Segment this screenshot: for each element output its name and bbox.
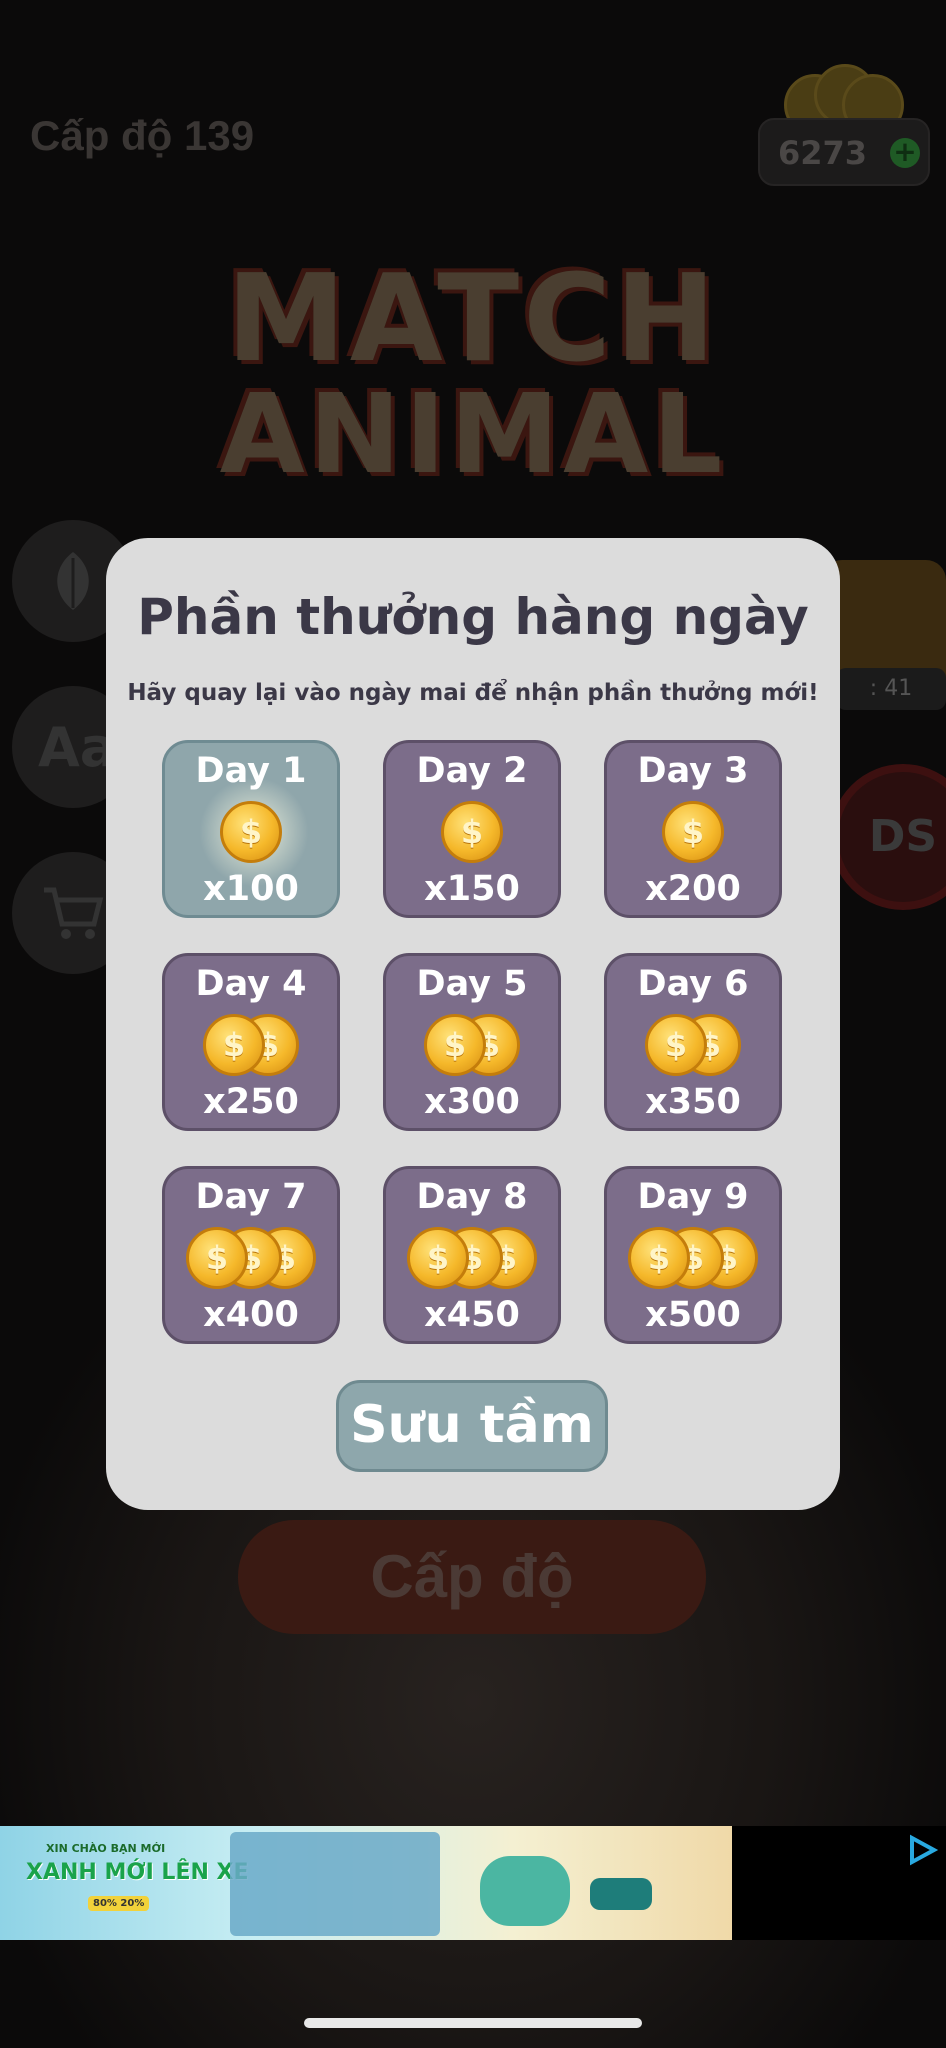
collect-button[interactable]: Sưu tầm <box>336 1380 608 1472</box>
coin-icon: $ <box>662 801 724 863</box>
day-label: Day 4 <box>195 964 307 1004</box>
ad-banner[interactable]: XIN CHÀO BẠN MỚI XANH MỚI LÊN XE 80% 20% <box>0 1826 946 1940</box>
coin-icon: $ <box>203 1014 265 1076</box>
ad-line3: 80% 20% <box>88 1896 150 1911</box>
day-card[interactable]: Day 5 $ $ x300 <box>383 953 561 1131</box>
day-label: Day 9 <box>637 1177 749 1217</box>
day-card[interactable]: Day 3 $ x200 <box>604 740 782 918</box>
coin-icon: $ <box>407 1227 469 1289</box>
day-label: Day 7 <box>195 1177 307 1217</box>
home-indicator[interactable] <box>304 2018 642 2028</box>
coin-group: $ <box>165 801 337 871</box>
add-coins-icon[interactable]: + <box>890 138 920 168</box>
ad-choices-icon[interactable] <box>904 1832 940 1868</box>
coin-group: $ $ <box>386 1014 558 1084</box>
day-amount: x250 <box>203 1082 299 1122</box>
day-card[interactable]: Day 7 $ $ $ x400 <box>162 1166 340 1344</box>
ad-car-illustration <box>590 1878 652 1910</box>
coin-group: $ $ $ <box>607 1227 779 1297</box>
day-label: Day 5 <box>416 964 528 1004</box>
ad-image[interactable]: XIN CHÀO BẠN MỚI XANH MỚI LÊN XE 80% 20% <box>0 1826 732 1940</box>
day-card[interactable]: Day 4 $ $ x250 <box>162 953 340 1131</box>
day-amount: x350 <box>645 1082 741 1122</box>
day-card[interactable]: Day 1 $ x100 <box>162 740 340 918</box>
level-button[interactable]: Cấp độ <box>238 1520 706 1634</box>
coin-group: $ $ <box>607 1014 779 1084</box>
day-card[interactable]: Day 6 $ $ x350 <box>604 953 782 1131</box>
coin-icon: $ <box>220 801 282 863</box>
dialog-subtitle: Hãy quay lại vào ngày mai để nhận phần t… <box>127 680 819 706</box>
day-label: Day 6 <box>637 964 749 1004</box>
daily-reward-dialog: Phần thưởng hàng ngày Hãy quay lại vào n… <box>106 538 840 1510</box>
day-amount: x100 <box>203 869 299 909</box>
level-label: Cấp độ 139 <box>30 112 255 159</box>
game-title-line1: MATCH <box>226 250 720 389</box>
day-label: Day 1 <box>195 751 307 791</box>
coin-group: $ $ $ <box>165 1227 337 1297</box>
coin-icon: $ <box>441 801 503 863</box>
day-amount: x200 <box>645 869 741 909</box>
coin-group: $ $ $ <box>386 1227 558 1297</box>
dialog-title: Phần thưởng hàng ngày <box>137 588 809 646</box>
coin-icon: $ <box>645 1014 707 1076</box>
day-card[interactable]: Day 2 $ x150 <box>383 740 561 918</box>
ad-line1: XIN CHÀO BẠN MỚI <box>46 1842 166 1855</box>
day-amount: x300 <box>424 1082 520 1122</box>
day-grid: Day 1 $ x100 Day 2 $ x150 Day 3 $ x200 Day 4 $ $ x25… <box>162 740 782 1350</box>
ad-line2: XANH MỚI LÊN XE <box>26 1860 249 1885</box>
day-label: Day 2 <box>416 751 528 791</box>
no-ads-label: DS <box>868 811 938 862</box>
day-card[interactable]: Day 9 $ $ $ x500 <box>604 1166 782 1344</box>
gift-timer: : 41 <box>836 668 946 710</box>
coin-balance[interactable]: 6273 + <box>758 118 930 186</box>
coin-count: 6273 <box>778 134 868 172</box>
no-ads-button[interactable]: DS <box>830 764 946 910</box>
day-amount: x500 <box>645 1295 741 1335</box>
ad-house-illustration <box>230 1832 440 1936</box>
day-amount: x150 <box>424 869 520 909</box>
coin-group: $ <box>607 801 779 871</box>
day-label: Day 8 <box>416 1177 528 1217</box>
day-label: Day 3 <box>637 751 749 791</box>
day-card[interactable]: Day 8 $ $ $ x450 <box>383 1166 561 1344</box>
game-title-line2: ANIMAL <box>219 370 727 498</box>
font-size-icon: Aa <box>38 716 117 779</box>
cart-icon <box>44 887 104 939</box>
day-amount: x450 <box>424 1295 520 1335</box>
ad-scooter-illustration <box>480 1856 570 1926</box>
leaf-icon <box>57 552 89 610</box>
coin-icon: $ <box>186 1227 248 1289</box>
coin-icon: $ <box>628 1227 690 1289</box>
coin-group: $ $ <box>165 1014 337 1084</box>
coin-group: $ <box>386 801 558 871</box>
day-amount: x400 <box>203 1295 299 1335</box>
coin-icon: $ <box>424 1014 486 1076</box>
